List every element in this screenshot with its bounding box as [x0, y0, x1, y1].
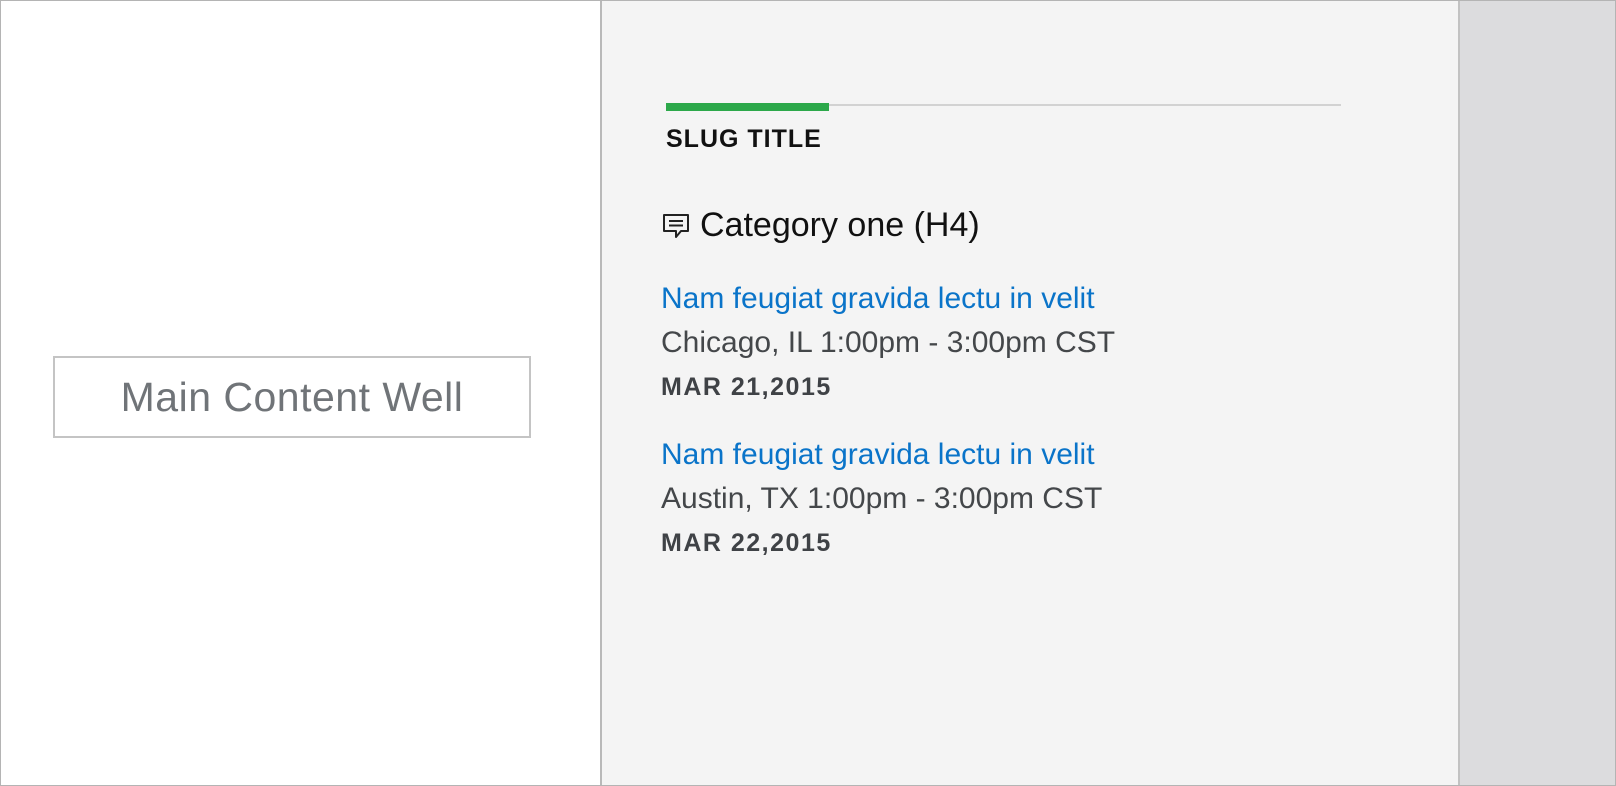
event-item: Nam feugiat gravida lectu in velit Austi…: [661, 433, 1102, 565]
event-link[interactable]: Nam feugiat gravida lectu in velit: [661, 277, 1115, 321]
page-frame: Main Content Well SLUG TITLE Category on…: [0, 0, 1616, 786]
event-item: Nam feugiat gravida lectu in velit Chica…: [661, 277, 1115, 409]
comment-icon: [661, 211, 691, 241]
event-location-time: Chicago, IL 1:00pm - 3:00pm CST: [661, 326, 1116, 359]
slug-title: SLUG TITLE: [666, 125, 822, 153]
event-location-time: Austin, TX 1:00pm - 3:00pm CST: [661, 482, 1103, 515]
event-link[interactable]: Nam feugiat gravida lectu in velit: [661, 433, 1102, 477]
event-date: MAR 21,2015: [661, 373, 832, 401]
main-content-well: Main Content Well: [1, 1, 602, 785]
sidebar: SLUG TITLE Category one (H4) Nam feugiat…: [602, 1, 1460, 785]
main-content-placeholder: Main Content Well: [53, 356, 531, 438]
right-gutter: [1460, 1, 1615, 785]
category-heading: Category one (H4): [661, 206, 980, 245]
slug-accent-bar: [666, 103, 829, 111]
event-date: MAR 22,2015: [661, 529, 832, 557]
category-title: Category one (H4): [700, 206, 980, 244]
